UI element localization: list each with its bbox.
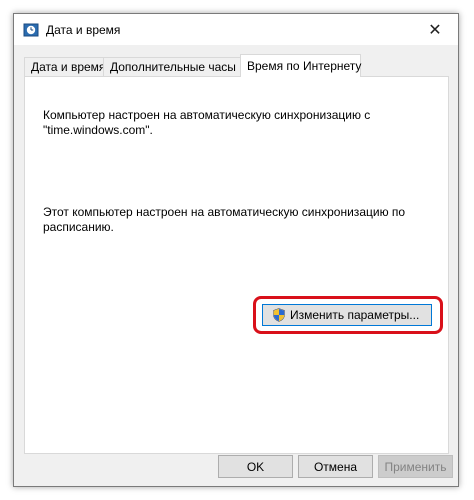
close-icon: ✕ [428,21,442,39]
uac-shield-icon [273,308,285,322]
ok-button[interactable]: OK [218,455,293,478]
title-bar: Дата и время ✕ [14,14,458,45]
date-time-dialog: Дата и время ✕ Дата и время Дополнительн… [13,13,459,487]
change-settings-button[interactable]: Изменить параметры... [262,304,432,326]
cancel-button[interactable]: Отмена [298,455,373,478]
internet-time-panel: Компьютер настроен на автоматическую син… [24,76,449,454]
sync-server-text: Компьютер настроен на автоматическую син… [43,108,423,138]
window-title: Дата и время [46,23,121,37]
change-settings-label: Изменить параметры... [290,308,420,322]
schedule-text: Этот компьютер настроен на автоматическу… [43,205,423,235]
clock-icon [23,23,39,37]
tab-date-time[interactable]: Дата и время [24,57,105,76]
sync-server-text-line2: "time.windows.com". [43,123,153,137]
apply-button[interactable]: Применить [378,455,453,478]
sync-server-text-line1: Компьютер настроен на автоматическую син… [43,108,371,122]
tab-additional-clocks[interactable]: Дополнительные часы [103,57,241,76]
schedule-text-line2: расписанию. [43,220,114,234]
tab-internet-time[interactable]: Время по Интернету [240,54,361,77]
close-button[interactable]: ✕ [412,14,458,45]
schedule-text-line1: Этот компьютер настроен на автоматическу… [43,205,406,219]
tab-strip: Дата и время Дополнительные часы Время п… [24,54,449,78]
